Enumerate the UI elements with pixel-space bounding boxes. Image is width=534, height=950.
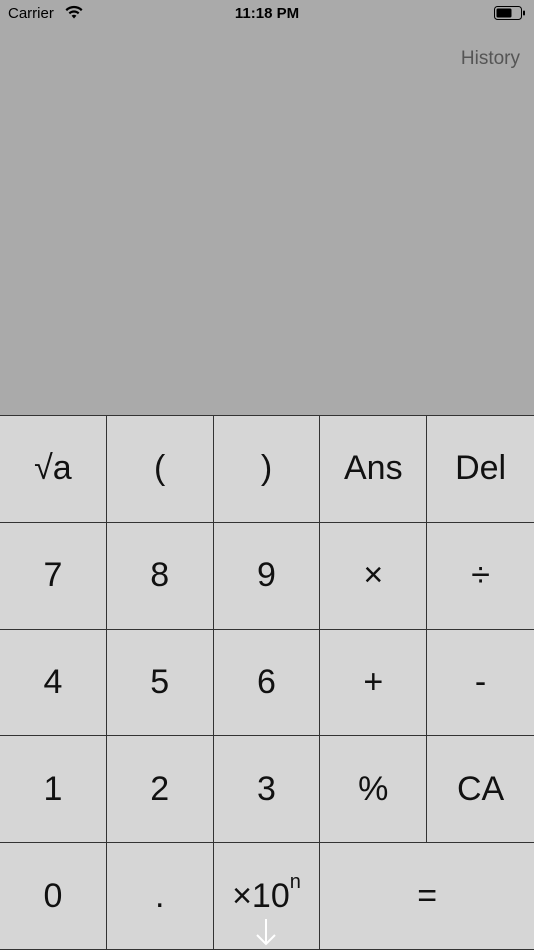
digit-5-key[interactable]: 5 (106, 629, 214, 737)
open-paren-key[interactable]: ( (106, 416, 214, 523)
digit-0-key[interactable]: 0 (0, 843, 107, 950)
arrow-down-icon (256, 919, 277, 946)
decimal-point-key[interactable]: . (106, 843, 214, 950)
digit-6-key[interactable]: 6 (213, 629, 321, 737)
result-display (0, 28, 534, 415)
digit-3-key[interactable]: 3 (213, 736, 321, 844)
times-ten-power-key[interactable]: ×10 n (213, 843, 321, 950)
digit-9-key[interactable]: 9 (213, 522, 321, 630)
delete-key[interactable]: Del (427, 416, 534, 523)
battery-icon (494, 6, 525, 20)
ans-key[interactable]: Ans (320, 416, 428, 523)
history-button[interactable]: History (461, 48, 520, 70)
status-bar: Carrier 11:18 PM (0, 0, 534, 28)
equals-key[interactable]: = (320, 843, 534, 950)
divide-key[interactable]: ÷ (427, 522, 534, 630)
percent-key[interactable]: % (320, 736, 428, 844)
minus-key[interactable]: - (427, 629, 534, 737)
calculator-screen: Carrier 11:18 PM History √a ( ) Ans Del … (0, 0, 534, 950)
status-time: 11:18 PM (234, 5, 300, 22)
digit-8-key[interactable]: 8 (106, 522, 214, 630)
multiply-key[interactable]: × (320, 522, 428, 630)
digit-1-key[interactable]: 1 (0, 736, 107, 844)
digit-2-key[interactable]: 2 (106, 736, 214, 844)
close-paren-key[interactable]: ) (213, 416, 321, 523)
sqrt-key[interactable]: √a (0, 416, 107, 523)
digit-7-key[interactable]: 7 (0, 522, 107, 630)
keypad: √a ( ) Ans Del 7 8 9 × ÷ 4 5 6 + - 1 2 3… (0, 415, 534, 950)
exponent-superscript: n (289, 870, 301, 893)
plus-key[interactable]: + (320, 629, 428, 737)
times-ten-label: ×10 (232, 876, 290, 915)
clear-all-key[interactable]: CA (427, 736, 534, 844)
digit-4-key[interactable]: 4 (0, 629, 107, 737)
